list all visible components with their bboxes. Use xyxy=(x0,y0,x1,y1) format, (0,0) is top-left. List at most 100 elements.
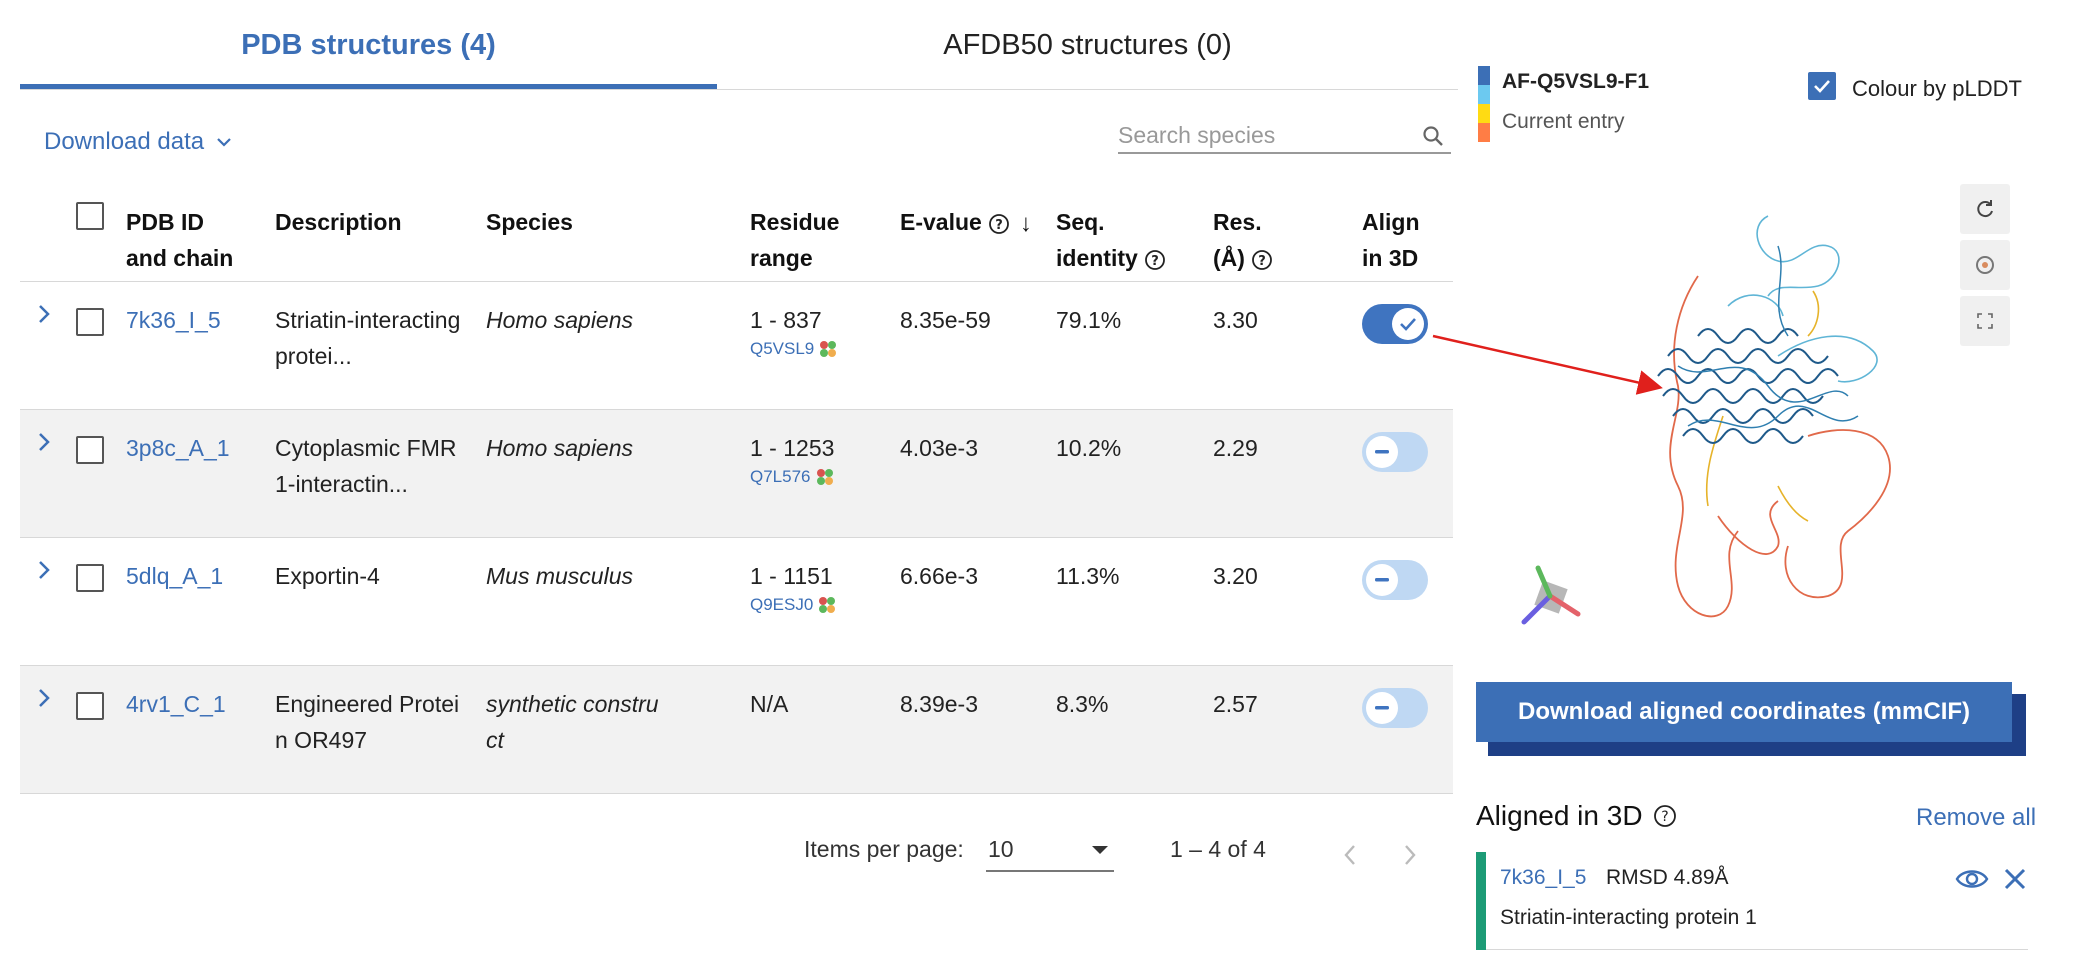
molecule-3d-viewer[interactable] xyxy=(1478,186,1998,646)
align-3d-toggle[interactable] xyxy=(1362,688,1428,728)
description-cell: Striatin-interacting protei... xyxy=(275,307,461,369)
alphafold-icon xyxy=(816,469,833,485)
current-entry-id: AF-Q5VSL9-F1 xyxy=(1502,70,1650,93)
residue-range-cell: 1 - 1151 Q9ESJ0 xyxy=(750,558,836,616)
uniprot-link[interactable]: Q7L576 xyxy=(750,466,811,488)
tab-afdb50-structures[interactable]: AFDB50 structures (0) xyxy=(717,0,1458,90)
svg-text:?: ? xyxy=(1661,809,1668,825)
resolution-cell: 3.20 xyxy=(1213,563,1258,589)
select-all-checkbox[interactable] xyxy=(76,202,104,230)
pdb-id-link[interactable]: 4rv1_C_1 xyxy=(126,686,226,722)
description-cell: Engineered Protei n OR497 xyxy=(275,691,460,753)
row-checkbox[interactable] xyxy=(76,564,104,592)
table-row: 3p8c_A_1 Cytoplasmic FMR 1-interactin...… xyxy=(20,410,1453,538)
identity-cell: 11.3% xyxy=(1056,563,1120,589)
colour-by-plddt-checkbox[interactable] xyxy=(1808,72,1836,100)
active-tab-indicator xyxy=(20,84,717,89)
evalue-cell: 4.03e-3 xyxy=(900,435,979,461)
header-seq-identity[interactable]: Seq. identity? xyxy=(1056,204,1166,276)
align-3d-toggle[interactable] xyxy=(1362,432,1428,472)
align-3d-toggle[interactable] xyxy=(1362,560,1428,600)
search-species-field xyxy=(1118,118,1451,154)
residue-range-cell: 1 - 837 Q5VSL9 xyxy=(750,302,837,360)
header-description[interactable]: Description xyxy=(275,204,402,240)
align-3d-toggle[interactable] xyxy=(1362,304,1428,344)
minus-icon xyxy=(1375,450,1389,454)
structure-tabs: PDB structures (4) AFDB50 structures (0) xyxy=(20,0,1458,90)
aligned-in-3d-title: Aligned in 3D ? xyxy=(1476,800,1677,832)
minus-icon xyxy=(1375,706,1389,710)
remove-all-link[interactable]: Remove all xyxy=(1916,804,2036,832)
chevron-right-icon[interactable] xyxy=(34,428,54,456)
aligned-color-stripe xyxy=(1476,852,1486,950)
aligned-rmsd: RMSD 4.89Å xyxy=(1606,866,1729,889)
header-species[interactable]: Species xyxy=(486,204,573,240)
pdb-id-link[interactable]: 5dlq_A_1 xyxy=(126,558,223,594)
axes-gizmo xyxy=(1521,565,1581,625)
aligned-structure-link[interactable]: 7k36_I_5 xyxy=(1500,866,1586,890)
header-align-3d: Align in 3D xyxy=(1362,209,1420,271)
description-cell: Exportin-4 xyxy=(275,563,380,589)
previous-page-icon[interactable] xyxy=(1338,840,1362,870)
help-icon[interactable]: ? xyxy=(1653,804,1677,828)
search-species-input[interactable] xyxy=(1118,118,1408,152)
download-data-label: Download data xyxy=(44,128,205,155)
download-data-button[interactable]: Download data xyxy=(44,124,232,160)
svg-text:?: ? xyxy=(1151,254,1159,269)
svg-text:?: ? xyxy=(995,218,1003,233)
identity-cell: 10.2% xyxy=(1056,435,1122,461)
header-evalue[interactable]: E-value? ↓ xyxy=(900,204,1032,242)
uniprot-link[interactable]: Q9ESJ0 xyxy=(750,594,813,616)
chevron-right-icon[interactable] xyxy=(34,300,54,328)
search-icon[interactable] xyxy=(1421,124,1445,148)
identity-cell: 79.1% xyxy=(1056,307,1122,333)
uniprot-link[interactable]: Q5VSL9 xyxy=(750,338,814,360)
row-checkbox[interactable] xyxy=(76,308,104,336)
sort-descending-icon[interactable]: ↓ xyxy=(1020,206,1032,242)
table-row: 4rv1_C_1 Engineered Protei n OR497 synth… xyxy=(20,666,1453,794)
chevron-right-icon[interactable] xyxy=(34,684,54,712)
species-cell: Mus musculus xyxy=(486,563,633,589)
colour-by-plddt-label: Colour by pLDDT xyxy=(1852,76,2022,101)
download-aligned-coordinates-button[interactable]: Download aligned coordinates (mmCIF) xyxy=(1476,682,2012,742)
help-icon[interactable]: ? xyxy=(988,213,1010,235)
current-entry-label: Current entry xyxy=(1502,110,1625,133)
evalue-cell: 8.39e-3 xyxy=(900,691,979,717)
resolution-cell: 2.57 xyxy=(1213,691,1258,717)
page-range-label: 1 – 4 of 4 xyxy=(1170,836,1266,862)
resolution-cell: 3.30 xyxy=(1213,307,1258,333)
species-cell: synthetic constru ct xyxy=(486,691,659,753)
plddt-legend-bar xyxy=(1478,66,1490,142)
pdb-id-link[interactable]: 3p8c_A_1 xyxy=(126,430,230,466)
items-per-page-select[interactable]: 10 xyxy=(986,830,1114,872)
row-checkbox[interactable] xyxy=(76,436,104,464)
dropdown-caret-icon xyxy=(1092,846,1108,854)
chevron-down-icon xyxy=(217,138,231,147)
header-residue-range[interactable]: Residue range xyxy=(750,204,839,276)
items-per-page-label: Items per page: xyxy=(804,836,964,862)
table-header: PDB ID and chain Description Species Res… xyxy=(20,182,1453,282)
header-pdb-id[interactable]: PDB ID and chain xyxy=(126,204,233,276)
check-icon xyxy=(1814,80,1830,93)
header-resolution[interactable]: Res. (Å)? xyxy=(1213,204,1273,276)
evalue-cell: 8.35e-59 xyxy=(900,307,991,333)
help-icon[interactable]: ? xyxy=(1144,249,1166,271)
species-cell: Homo sapiens xyxy=(486,307,634,333)
eye-icon[interactable] xyxy=(1954,864,1990,894)
table-row: 5dlq_A_1 Exportin-4 Mus musculus 1 - 115… xyxy=(20,538,1453,666)
svg-text:?: ? xyxy=(1258,254,1266,269)
help-icon[interactable]: ? xyxy=(1251,249,1273,271)
resolution-cell: 2.29 xyxy=(1213,435,1258,461)
chevron-right-icon[interactable] xyxy=(34,556,54,584)
table-row: 7k36_I_5 Striatin-interacting protei... … xyxy=(20,282,1453,410)
next-page-icon[interactable] xyxy=(1398,840,1422,870)
species-cell: Homo sapiens xyxy=(486,435,634,461)
alphafold-icon xyxy=(819,597,836,613)
evalue-cell: 6.66e-3 xyxy=(900,563,979,589)
close-icon[interactable] xyxy=(2000,864,2030,894)
row-checkbox[interactable] xyxy=(76,692,104,720)
pdb-id-link[interactable]: 7k36_I_5 xyxy=(126,302,221,338)
residue-range-cell: 1 - 1253 Q7L576 xyxy=(750,435,835,488)
minus-icon xyxy=(1375,578,1389,582)
tab-pdb-structures[interactable]: PDB structures (4) xyxy=(20,0,717,90)
